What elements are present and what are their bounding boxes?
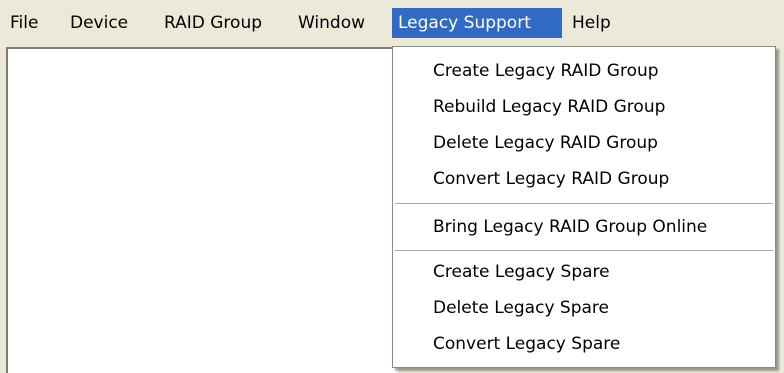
convert-legacy-raid-group-item[interactable]: Convert Legacy RAID Group [393, 161, 775, 197]
menu-separator [395, 250, 773, 252]
menu-separator [395, 203, 773, 205]
rebuild-legacy-raid-group-item[interactable]: Rebuild Legacy RAID Group [393, 89, 775, 125]
create-legacy-raid-group-item[interactable]: Create Legacy RAID Group [393, 53, 775, 89]
create-legacy-spare-item[interactable]: Create Legacy Spare [393, 254, 775, 290]
menu-raid-group[interactable]: RAID Group [158, 8, 268, 38]
delete-legacy-raid-group-item[interactable]: Delete Legacy RAID Group [393, 125, 775, 161]
menu-help[interactable]: Help [566, 8, 617, 38]
legacy-support-menu: Create Legacy RAID Group Rebuild Legacy … [392, 46, 776, 368]
menu-window[interactable]: Window [292, 8, 371, 38]
menu-file[interactable]: File [4, 8, 44, 38]
menu-device[interactable]: Device [64, 8, 134, 38]
delete-legacy-spare-item[interactable]: Delete Legacy Spare [393, 290, 775, 326]
convert-legacy-spare-item[interactable]: Convert Legacy Spare [393, 326, 775, 362]
menu-bar: File Device RAID Group Window Legacy Sup… [0, 0, 784, 46]
bring-legacy-raid-group-online-item[interactable]: Bring Legacy RAID Group Online [393, 209, 775, 245]
client-area [6, 47, 398, 373]
menu-legacy-support[interactable]: Legacy Support [392, 8, 562, 38]
